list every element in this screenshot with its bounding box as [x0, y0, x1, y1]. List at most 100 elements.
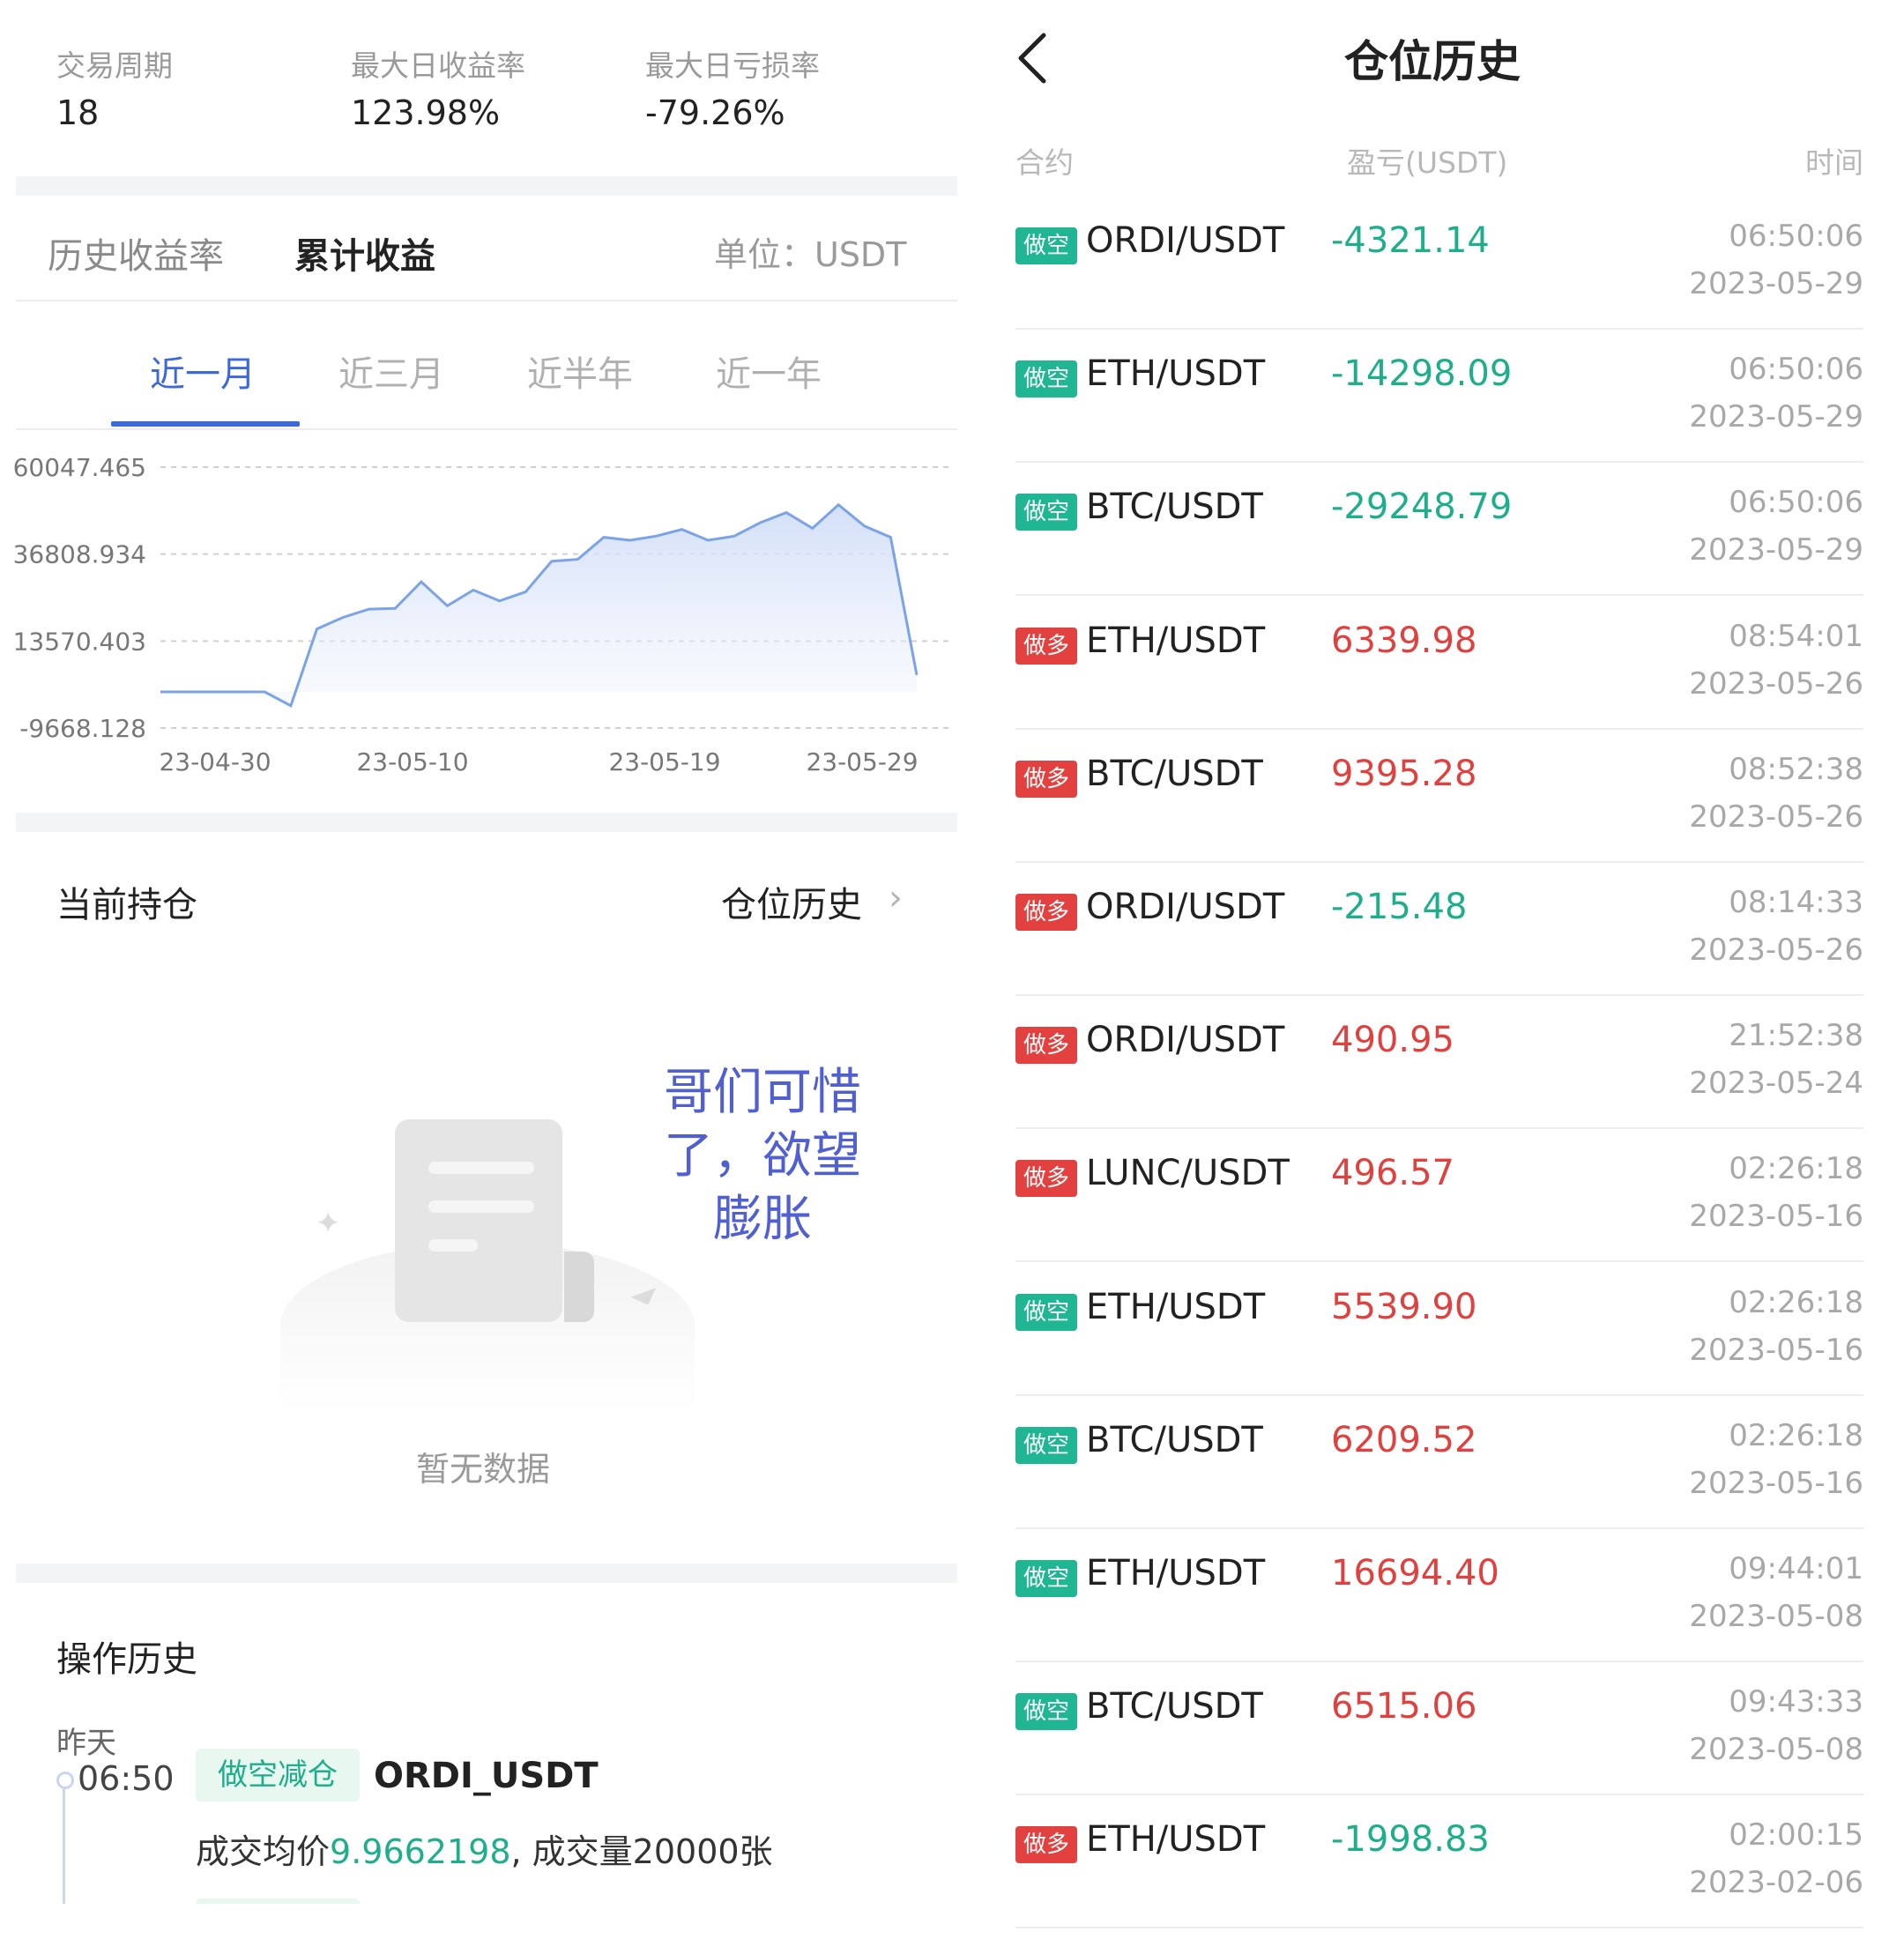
ops-next-tag	[196, 1898, 360, 1904]
position-row[interactable]: 做空 ETH/USDT -14298.09 06:50:06 2023-05-29	[961, 341, 1904, 473]
ops-detail-suffix: , 成交量20000张	[510, 1832, 773, 1871]
pair-label: ORDI/USDT	[1086, 1020, 1285, 1061]
pair-label: BTC/USDT	[1086, 487, 1263, 528]
pair-label: BTC/USDT	[1086, 753, 1263, 794]
position-row[interactable]: 做多 LUNC/USDT 496.57 02:26:18 2023-05-16	[961, 1140, 1904, 1273]
time-value: 21:52:38	[1729, 1018, 1863, 1054]
date-value: 2023-05-29	[1689, 399, 1863, 435]
timeline-line	[63, 1789, 65, 1904]
ops-price: 9.9662198	[330, 1832, 511, 1871]
header-contract: 合约	[1015, 145, 1074, 180]
row-divider	[1015, 860, 1863, 863]
sparkle-icon: ✦	[316, 1206, 341, 1241]
pnl-value: 9395.28	[1331, 753, 1477, 794]
tab-history-rate[interactable]: 历史收益率	[48, 227, 224, 279]
side-badge: 做空	[1015, 1426, 1077, 1464]
time-value: 09:44:01	[1729, 1551, 1863, 1586]
date-value: 2023-05-16	[1689, 1332, 1863, 1368]
position-row[interactable]: 做空 BTC/USDT -29248.79 06:50:06 2023-05-29	[961, 474, 1904, 606]
divider	[16, 300, 957, 301]
holdings-title: 当前持仓	[56, 885, 197, 925]
period-6m[interactable]: 近半年	[527, 345, 633, 397]
position-row[interactable]: 做多 ETH/USDT 6339.98 08:54:01 2023-05-26	[961, 608, 1904, 740]
stat-value-max-gain: 123.98%	[351, 93, 501, 132]
chevron-right-icon[interactable]: ›	[889, 878, 903, 918]
position-row[interactable]: 做多 BTC/USDT 9395.28 08:52:38 2023-05-26	[961, 741, 1904, 873]
pair-label: BTC/USDT	[1086, 1686, 1263, 1727]
ops-title: 操作历史	[56, 1639, 197, 1680]
time-value: 02:26:18	[1729, 1417, 1863, 1453]
date-value: 2023-02-06	[1689, 1865, 1863, 1901]
y-tick-label: -9668.128	[19, 714, 146, 743]
pnl-value: 6339.98	[1331, 620, 1477, 661]
period-3m[interactable]: 近三月	[338, 345, 444, 397]
pair-label: ETH/USDT	[1086, 620, 1266, 661]
side-badge: 做多	[1015, 894, 1077, 931]
side-badge: 做多	[1015, 1826, 1077, 1864]
position-row[interactable]: 做空 BTC/USDT 6515.06 09:43:33 2023-05-08	[961, 1674, 1904, 1806]
row-divider	[1015, 1927, 1863, 1929]
pair-label: BTC/USDT	[1086, 1419, 1263, 1460]
empty-state-text: 暂无数据	[416, 1450, 551, 1489]
position-row[interactable]: 做空 BTC/USDT 6209.52 02:26:18 2023-05-16	[961, 1408, 1904, 1540]
tab-cumulative[interactable]: 累计收益	[294, 227, 435, 279]
side-badge: 做空	[1015, 494, 1077, 531]
date-value: 2023-05-16	[1689, 1465, 1863, 1501]
x-tick-label: 23-05-10	[356, 747, 468, 776]
pair-label: ETH/USDT	[1086, 1286, 1266, 1327]
cumulative-pnl-chart: 60047.465 36808.934 13570.403 -9668.128 23-…	[13, 453, 948, 776]
row-divider	[1015, 1660, 1863, 1662]
row-divider	[1015, 594, 1863, 597]
pair-label: ETH/USDT	[1086, 1819, 1266, 1861]
position-row[interactable]: 做空 ETH/USDT 16694.40 09:44:01 2023-05-08	[961, 1541, 1904, 1673]
date-value: 2023-05-08	[1689, 1732, 1863, 1768]
divider	[16, 428, 957, 430]
position-row[interactable]: 做空 ETH/USDT 5539.90 02:26:18 2023-05-16	[961, 1274, 1904, 1407]
date-value: 2023-05-26	[1689, 665, 1863, 702]
pair-label: ORDI/USDT	[1086, 887, 1285, 927]
ops-day: 昨天	[56, 1726, 116, 1761]
ops-time: 06:50	[78, 1759, 175, 1798]
page-title: 仓位历史	[1344, 36, 1521, 87]
section-divider	[16, 813, 957, 832]
pnl-value: 496.57	[1331, 1153, 1454, 1194]
stat-label-period: 交易周期	[56, 48, 173, 83]
time-value: 06:50:06	[1729, 219, 1863, 254]
left-panel: 交易周期 18 最大日收益率 123.98% 最大日亏损率 -79.26% 历史…	[0, 0, 961, 1904]
time-value: 08:52:38	[1729, 751, 1863, 787]
period-1y[interactable]: 近一年	[716, 345, 822, 397]
position-row[interactable]: 做多 ETH/USDT -1998.83 02:00:15 2023-02-06	[961, 1807, 1904, 1939]
row-divider	[1015, 1260, 1863, 1263]
date-value: 2023-05-29	[1689, 532, 1863, 568]
document-icon	[395, 1119, 562, 1322]
ops-detail-prefix: 成交均价	[196, 1832, 331, 1871]
pnl-value: 490.95	[1331, 1020, 1454, 1061]
row-divider	[1015, 994, 1863, 996]
row-divider	[1015, 1127, 1863, 1130]
time-value: 02:26:18	[1729, 1284, 1863, 1320]
ops-symbol: ORDI_USDT	[374, 1756, 599, 1796]
row-divider	[1015, 727, 1863, 730]
ops-tag: 做空减仓	[196, 1749, 360, 1802]
x-tick-label: 23-05-19	[608, 747, 720, 776]
period-1m[interactable]: 近一月	[150, 345, 256, 397]
row-divider	[1015, 1794, 1863, 1796]
position-row[interactable]: 做多 ORDI/USDT 490.95 21:52:38 2023-05-24	[961, 1007, 1904, 1140]
date-value: 2023-05-16	[1689, 1199, 1863, 1235]
chart-area	[160, 504, 917, 706]
position-row[interactable]: 做多 ORDI/USDT -215.48 08:14:33 2023-05-26	[961, 874, 1904, 1007]
side-badge: 做空	[1015, 1293, 1077, 1331]
date-value: 2023-05-08	[1689, 1599, 1863, 1634]
side-badge: 做多	[1015, 1027, 1077, 1065]
row-divider	[1015, 1527, 1863, 1529]
pnl-value: -29248.79	[1331, 487, 1513, 528]
y-tick-label: 13570.403	[13, 627, 146, 656]
pnl-value: 6209.52	[1331, 1419, 1477, 1460]
position-history-link[interactable]: 仓位历史	[721, 876, 862, 927]
time-value: 09:43:33	[1729, 1684, 1863, 1720]
position-row[interactable]: 做空 ORDI/USDT -4321.14 06:50:06 2023-05-29	[961, 208, 1904, 340]
timeline-dot	[56, 1772, 74, 1789]
date-value: 2023-05-24	[1689, 1066, 1863, 1102]
y-tick-label: 36808.934	[13, 540, 146, 569]
time-value: 06:50:06	[1729, 352, 1863, 388]
